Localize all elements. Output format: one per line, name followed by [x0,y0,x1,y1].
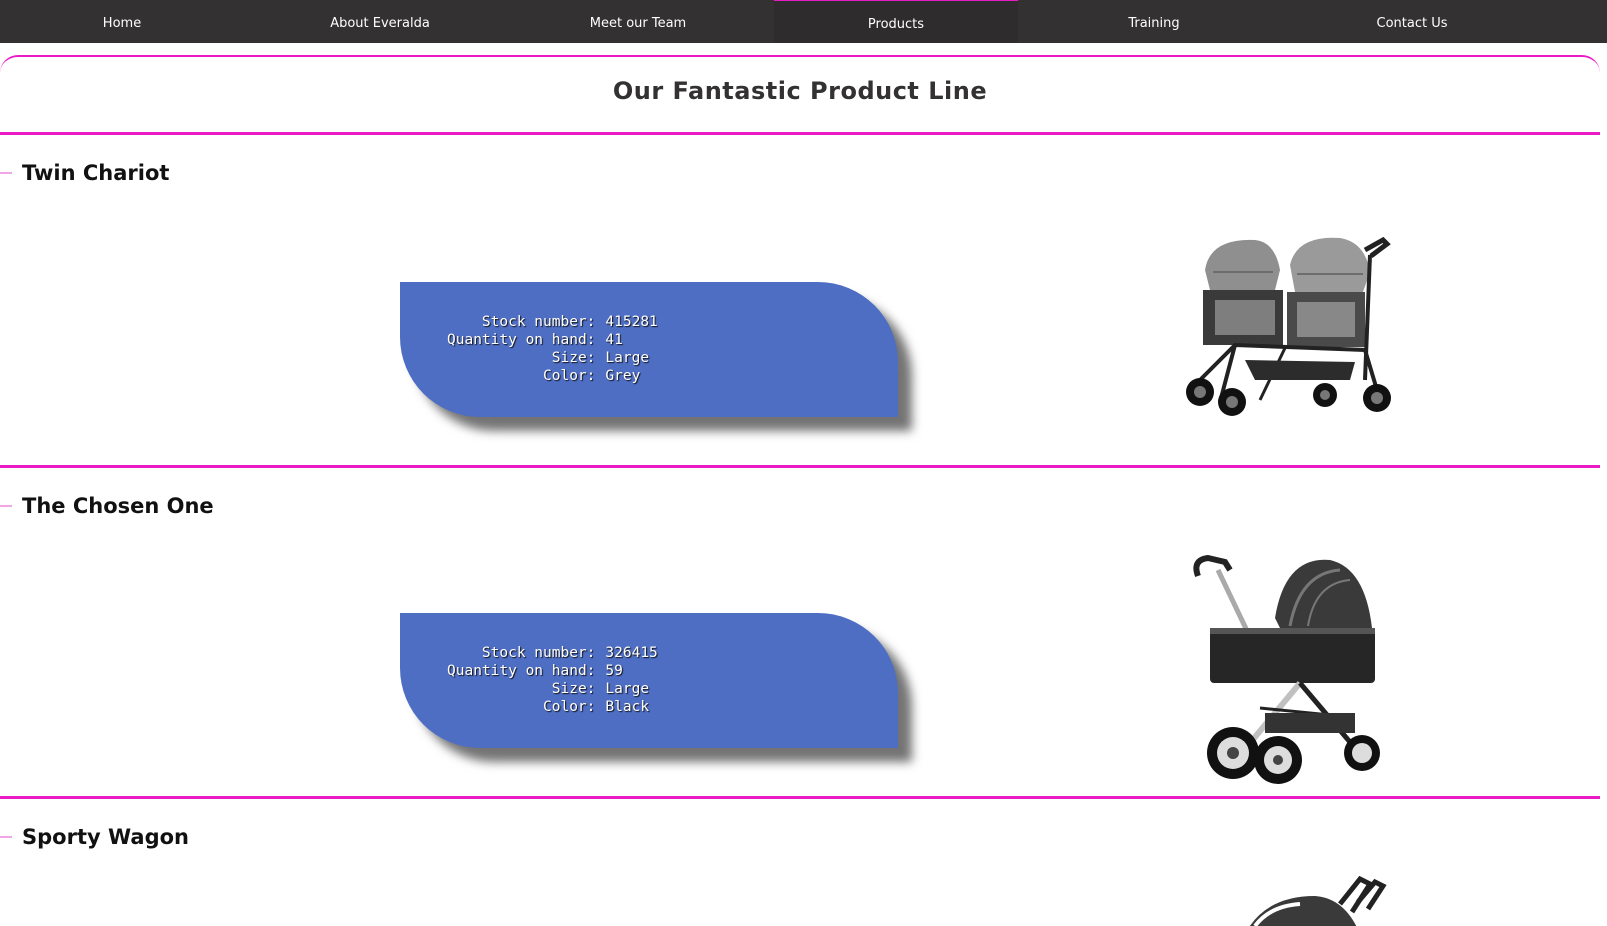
quantity-value: 41 [605,332,623,348]
color-value: Grey [605,368,641,384]
detail-row-quantity: Quantity on hand: 41 [444,331,661,349]
size-value: Large [605,350,650,366]
detail-row-color: Color: Grey [444,367,661,385]
detail-row-color: Color: Black [444,698,661,716]
quantity-value: 59 [605,663,623,679]
size-label: Size: [551,681,596,697]
detail-row-size: Size: Large [444,349,661,367]
stock-number-value: 326415 [605,645,658,661]
twin-stroller-icon [1165,230,1405,430]
stroller-icon [1190,548,1390,793]
product-info-card: Stock number: 326415 Quantity on hand: 5… [400,613,898,748]
size-value: Large [605,681,650,697]
product-section-sporty-wagon: Sporty Wagon [0,799,1600,926]
stock-number-value: 415281 [605,314,658,330]
stock-number-label: Stock number: [481,314,596,330]
stroller-icon [1240,874,1390,926]
nav-training[interactable]: Training [1032,0,1276,43]
stock-number-label: Stock number: [481,645,596,661]
detail-row-size: Size: Large [444,680,661,698]
dash-icon [0,836,12,838]
quantity-label: Quantity on hand: [447,332,596,348]
nav-contact-us[interactable]: Contact Us [1290,0,1534,43]
dash-icon [0,172,12,174]
nav-about-everalda[interactable]: About Everalda [258,0,502,43]
product-name: The Chosen One [22,494,214,518]
nav-products[interactable]: Products [774,0,1018,43]
color-value: Black [605,699,650,715]
nav-home[interactable]: Home [0,0,244,43]
product-name: Twin Chariot [22,161,170,185]
top-navigation: Home About Everalda Meet our Team Produc… [0,0,1607,43]
quantity-label: Quantity on hand: [447,663,596,679]
detail-row-stock: Stock number: 326415 [444,644,661,662]
size-label: Size: [551,350,596,366]
product-name: Sporty Wagon [22,825,189,849]
product-details-table: Stock number: 326415 Quantity on hand: 5… [444,644,661,716]
color-label: Color: [543,699,596,715]
dash-icon [0,505,12,507]
detail-row-stock: Stock number: 415281 [444,313,661,331]
color-label: Color: [543,368,596,384]
detail-row-quantity: Quantity on hand: 59 [444,662,661,680]
nav-meet-our-team[interactable]: Meet our Team [516,0,760,43]
product-details-table: Stock number: 415281 Quantity on hand: 4… [444,313,661,385]
page-title: Our Fantastic Product Line [612,77,988,105]
product-section-the-chosen-one: The Chosen One Stock number: 326415 Quan… [0,468,1600,796]
product-info-card: Stock number: 415281 Quantity on hand: 4… [400,282,898,417]
product-section-twin-chariot: Twin Chariot Stock number: 415281 Quanti… [0,135,1600,465]
title-band: Our Fantastic Product Line [0,55,1600,130]
